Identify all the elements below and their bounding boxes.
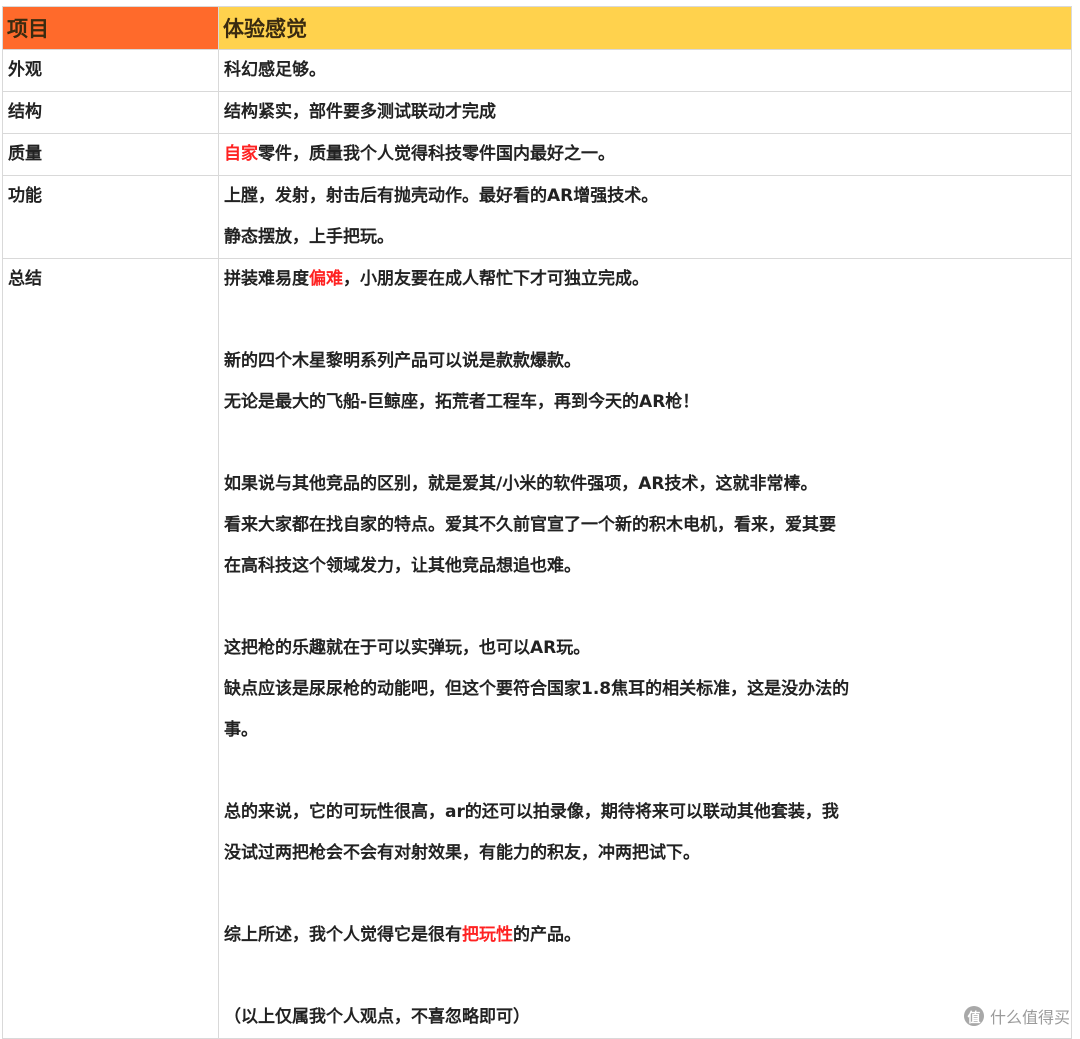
content-line: 新的四个木星黎明系列产品可以说是款款爆款。 [224, 341, 1071, 382]
text-segment: 看来大家都在找自家的特点。爱其不久前官宣了一个新的积木电机，看来，爱其要 [224, 515, 836, 535]
content-line: 没试过两把枪会不会有对射效果，有能力的积友，冲两把试下。 [224, 833, 1071, 874]
header-item: 项目 [2, 6, 219, 50]
highlighted-text: 自家 [224, 144, 258, 164]
table-row: 功能 上膛，发射，射击后有抛壳动作。最好看的AR增强技术。 静态摆放，上手把玩。 [2, 175, 1072, 259]
content-line: 缺点应该是尿尿枪的动能吧，但这个要符合国家1.8焦耳的相关标准，这是没办法的 [224, 669, 1071, 710]
table-row: 总结 拼装难易度偏难，小朋友要在成人帮忙下才可独立完成。新的四个木星黎明系列产品可… [2, 258, 1072, 1039]
row-content: 拼装难易度偏难，小朋友要在成人帮忙下才可独立完成。新的四个木星黎明系列产品可以说… [218, 258, 1072, 1039]
text-segment: 这把枪的乐趣就在于可以实弹玩，也可以AR玩。 [224, 638, 591, 658]
text-segment: （以上仅属我个人观点，不喜忽略即可） [224, 1007, 530, 1027]
text-segment: 静态摆放，上手把玩。 [224, 227, 394, 247]
review-table-container: 项目 体验感觉 外观 科幻感足够。 结构 结构紧实，部件要多测试联动才完成 质量 自家零件… [2, 6, 1072, 1039]
text-segment: 无论是最大的飞船-巨鲸座，拓荒者工程车，再到今天的AR枪！ [224, 392, 700, 412]
review-table: 项目 体验感觉 外观 科幻感足够。 结构 结构紧实，部件要多测试联动才完成 质量 自家零件… [2, 6, 1072, 1039]
text-segment: 结构紧实，部件要多测试联动才完成 [224, 102, 496, 122]
content-line: 看来大家都在找自家的特点。爱其不久前官宣了一个新的积木电机，看来，爱其要 [224, 505, 1071, 546]
text-segment: 没试过两把枪会不会有对射效果，有能力的积友，冲两把试下。 [224, 843, 700, 863]
content-line: 这把枪的乐趣就在于可以实弹玩，也可以AR玩。 [224, 628, 1071, 669]
content-line: 科幻感足够。 [224, 50, 1071, 91]
highlighted-text: 偏难 [309, 269, 343, 289]
text-segment: 新的四个木星黎明系列产品可以说是款款爆款。 [224, 351, 581, 371]
content-line: 静态摆放，上手把玩。 [224, 217, 1071, 258]
row-content: 上膛，发射，射击后有抛壳动作。最好看的AR增强技术。 静态摆放，上手把玩。 [218, 175, 1072, 259]
table-row: 结构 结构紧实，部件要多测试联动才完成 [2, 91, 1072, 134]
content-line: 在高科技这个领域发力，让其他竞品想追也难。 [224, 546, 1071, 587]
content-line: （以上仅属我个人观点，不喜忽略即可） [224, 997, 1071, 1038]
row-content: 结构紧实，部件要多测试联动才完成 [218, 91, 1072, 134]
text-segment: 总的来说，它的可玩性很高，ar的还可以拍录像，期待将来可以联动其他套装，我 [224, 802, 839, 822]
table-body: 外观 科幻感足够。 结构 结构紧实，部件要多测试联动才完成 质量 自家零件，质量我个人觉得… [2, 49, 1072, 1039]
text-segment: 的产品。 [513, 925, 581, 945]
text-segment: 综上所述，我个人觉得它是很有 [224, 925, 462, 945]
text-segment: 科幻感足够。 [224, 60, 326, 80]
row-label: 功能 [2, 175, 219, 259]
text-segment: 拼装难易度 [224, 269, 309, 289]
table-row: 质量 自家零件，质量我个人觉得科技零件国内最好之一。 [2, 133, 1072, 176]
row-label: 总结 [2, 258, 219, 1039]
row-content: 自家零件，质量我个人觉得科技零件国内最好之一。 [218, 133, 1072, 176]
row-label: 质量 [2, 133, 219, 176]
header-experience: 体验感觉 [218, 6, 1072, 50]
content-line: 无论是最大的飞船-巨鲸座，拓荒者工程车，再到今天的AR枪！ [224, 382, 1071, 423]
content-line: 事。 [224, 710, 1071, 751]
table-row: 外观 科幻感足够。 [2, 49, 1072, 92]
text-segment: 如果说与其他竞品的区别，就是爱其/小米的软件强项，AR技术，这就非常棒。 [224, 474, 818, 494]
text-segment: 事。 [224, 720, 258, 740]
site-logo-icon: 值 [963, 1006, 984, 1026]
content-line: 结构紧实，部件要多测试联动才完成 [224, 92, 1071, 133]
text-segment: 零件，质量我个人觉得科技零件国内最好之一。 [258, 144, 615, 164]
row-label: 外观 [2, 49, 219, 92]
watermark-text: 什么值得买 [989, 1008, 1070, 1027]
text-segment: 缺点应该是尿尿枪的动能吧，但这个要符合国家1.8焦耳的相关标准，这是没办法的 [224, 679, 850, 699]
watermark: 值 什么值得买 [963, 1004, 1070, 1028]
text-segment: 上膛，发射，射击后有抛壳动作。最好看的AR增强技术。 [224, 186, 659, 206]
content-line: 自家零件，质量我个人觉得科技零件国内最好之一。 [224, 134, 1071, 175]
content-line: 总的来说，它的可玩性很高，ar的还可以拍录像，期待将来可以联动其他套装，我 [224, 792, 1071, 833]
content-line: 如果说与其他竞品的区别，就是爱其/小米的软件强项，AR技术，这就非常棒。 [224, 464, 1071, 505]
content-line: 拼装难易度偏难，小朋友要在成人帮忙下才可独立完成。 [224, 259, 1071, 300]
highlighted-text: 把玩性 [462, 925, 513, 945]
row-label: 结构 [2, 91, 219, 134]
text-segment: 在高科技这个领域发力，让其他竞品想追也难。 [224, 556, 581, 576]
table-header-row: 项目 体验感觉 [2, 6, 1072, 50]
content-line: 综上所述，我个人觉得它是很有把玩性的产品。 [224, 915, 1071, 956]
row-content: 科幻感足够。 [218, 49, 1072, 92]
content-line: 上膛，发射，射击后有抛壳动作。最好看的AR增强技术。 [224, 176, 1071, 217]
text-segment: ，小朋友要在成人帮忙下才可独立完成。 [343, 269, 649, 289]
